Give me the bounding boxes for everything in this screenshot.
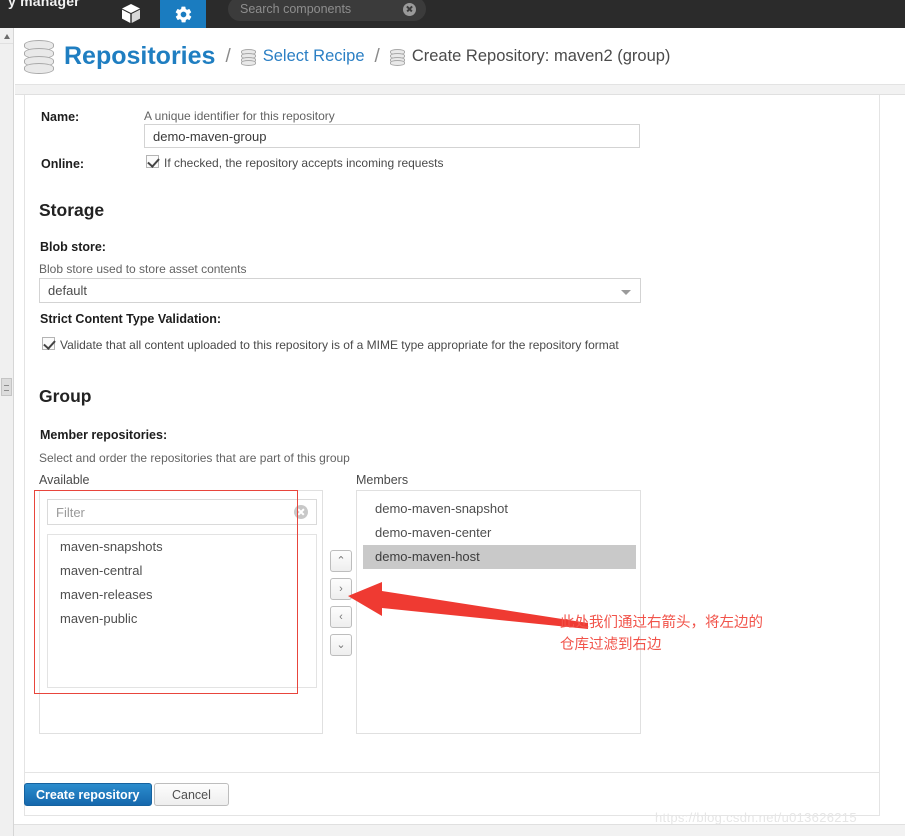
breadcrumb-current-label: Create Repository: maven2 (group)	[411, 47, 671, 65]
scrollbar-thumb[interactable]	[1, 378, 12, 396]
move-left-button[interactable]: ‹	[330, 606, 352, 628]
list-item[interactable]: demo-maven-host	[363, 545, 636, 569]
list-item[interactable]: maven-releases	[48, 583, 316, 607]
member-repositories-label: Member repositories:	[40, 428, 168, 442]
repositories-icon	[24, 39, 54, 74]
available-column-label: Available	[39, 473, 90, 487]
footer-divider	[24, 772, 880, 773]
annotation-text: 此处我们通过右箭头，将左边的 仓库过滤到右边	[560, 615, 763, 653]
available-filter-box[interactable]	[47, 499, 317, 525]
available-filter-input[interactable]	[48, 503, 294, 521]
list-item[interactable]: demo-maven-center	[363, 521, 636, 545]
move-up-button[interactable]: ⌃	[330, 550, 352, 572]
move-down-button[interactable]: ⌄	[330, 634, 352, 656]
clear-icon[interactable]	[403, 2, 416, 16]
blob-store-selected-value: default	[48, 283, 88, 298]
list-item[interactable]: maven-public	[48, 607, 316, 631]
top-navigation-bar: y manager	[0, 0, 905, 28]
box-icon[interactable]	[113, 0, 149, 28]
scrollbar-up-arrow-icon[interactable]	[0, 28, 13, 44]
app-title: y manager	[8, 0, 80, 9]
members-column-label: Members	[356, 473, 409, 487]
name-help-text: A unique identifier for this repository	[144, 109, 335, 123]
breadcrumb-separator: /	[374, 45, 380, 67]
strict-validation-checkbox[interactable]	[42, 337, 55, 350]
gear-icon[interactable]	[160, 0, 206, 28]
list-item[interactable]: maven-snapshots	[48, 535, 316, 559]
repository-icon	[240, 49, 256, 66]
list-item[interactable]: demo-maven-snapshot	[363, 497, 636, 521]
watermark: https://blog.csdn.net/u013626215	[655, 810, 857, 825]
search-components-box[interactable]	[228, 0, 426, 21]
search-input[interactable]	[228, 1, 403, 17]
name-label: Name:	[41, 110, 80, 124]
create-repository-button[interactable]: Create repository	[24, 783, 152, 806]
available-list[interactable]: maven-snapshots maven-central maven-rele…	[47, 534, 317, 688]
strict-validation-checkbox-text: Validate that all content uploaded to th…	[60, 338, 619, 352]
move-right-button[interactable]: ›	[330, 578, 352, 600]
breadcrumb-root-label[interactable]: Repositories	[64, 42, 215, 71]
page-scrollbar[interactable]	[0, 28, 14, 836]
blob-store-help-text: Blob store used to store asset contents	[39, 262, 247, 276]
chevron-down-icon	[621, 290, 631, 295]
online-checkbox-text: If checked, the repository accepts incom…	[164, 156, 444, 170]
bottom-strip	[14, 824, 905, 836]
breadcrumb-separator: /	[225, 45, 231, 67]
create-repository-form: Name: A unique identifier for this repos…	[24, 95, 880, 816]
strict-validation-label: Strict Content Type Validation:	[40, 312, 222, 326]
name-input[interactable]	[144, 124, 640, 148]
group-section-title: Group	[39, 386, 92, 406]
list-item[interactable]: maven-central	[48, 559, 316, 583]
breadcrumb-link-label[interactable]: Select Recipe	[263, 47, 365, 66]
panel-header-strip	[15, 85, 905, 95]
breadcrumb: Repositories / Select Recipe / Create Re…	[15, 29, 905, 84]
repository-icon	[389, 49, 405, 66]
breadcrumb-item-select-recipe[interactable]: Select Recipe	[240, 47, 365, 66]
online-label: Online:	[41, 157, 85, 171]
member-repositories-help-text: Select and order the repositories that a…	[39, 451, 350, 465]
clear-icon[interactable]	[294, 505, 308, 519]
storage-section-title: Storage	[39, 200, 105, 220]
blob-store-select[interactable]: default	[39, 278, 641, 303]
available-panel: maven-snapshots maven-central maven-rele…	[39, 490, 323, 734]
cancel-button[interactable]: Cancel	[154, 783, 229, 806]
blob-store-label: Blob store:	[40, 240, 106, 254]
nexus-repository-manager-app: y manager Repositories /	[0, 0, 905, 836]
online-checkbox[interactable]	[146, 155, 159, 168]
breadcrumb-item-create-repository: Create Repository: maven2 (group)	[389, 47, 671, 66]
